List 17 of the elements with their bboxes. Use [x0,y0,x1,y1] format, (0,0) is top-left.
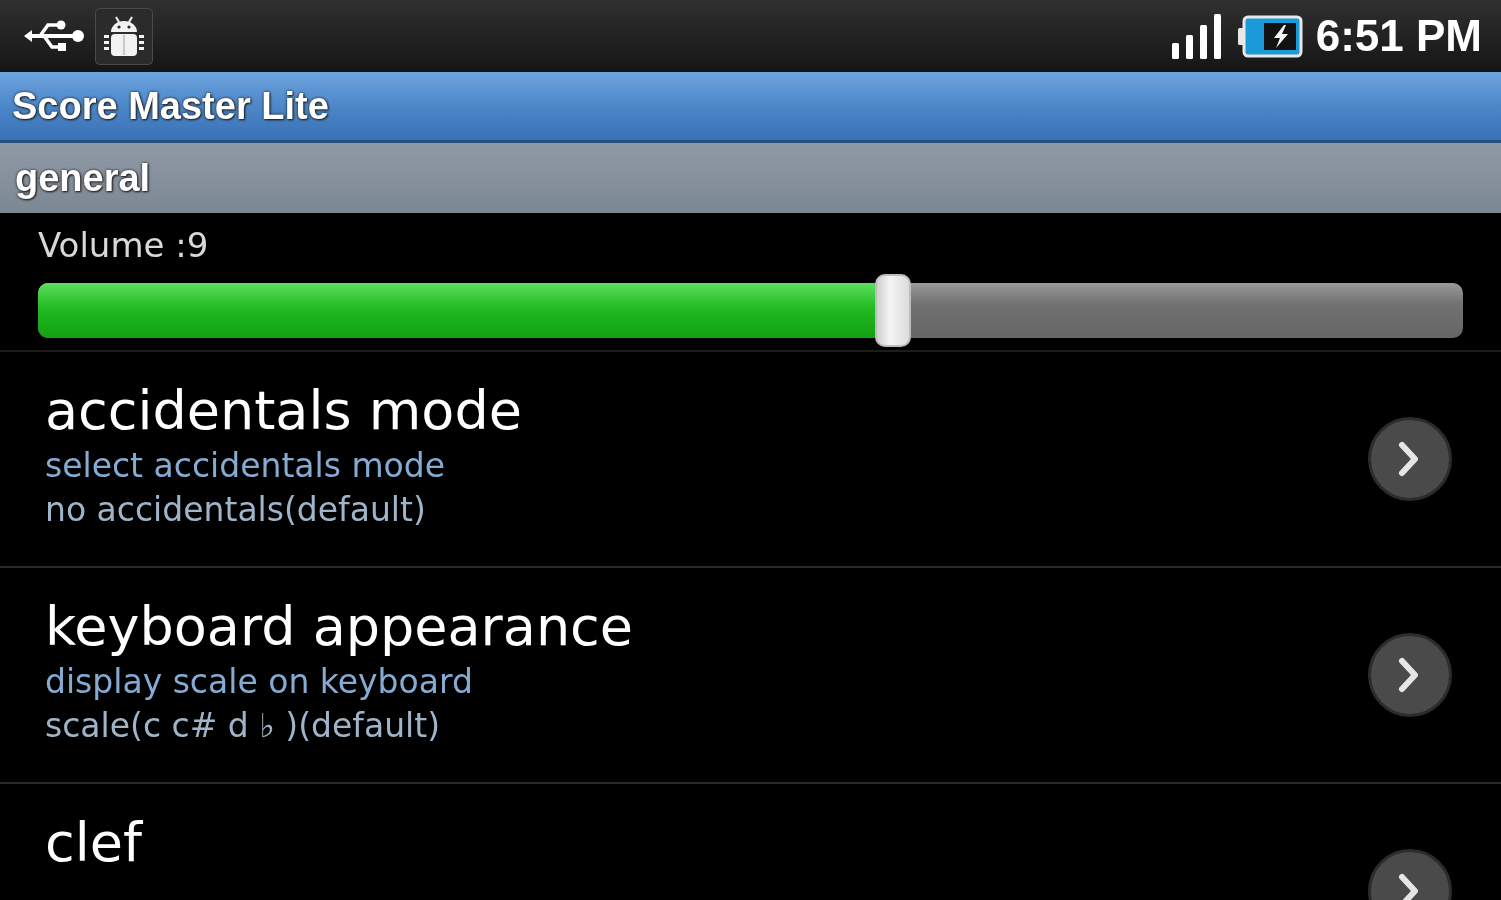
slider-thumb[interactable] [875,274,911,347]
status-time: 6:51 PM [1315,11,1482,61]
usb-icon [22,19,85,53]
preference-title: accidentals mode [45,378,522,444]
robot-icon [95,7,153,65]
volume-label: Volume :9 [38,224,209,267]
section-title: general [15,156,151,200]
chevron-icon[interactable] [1368,633,1452,717]
preference-summary: select accidentals mode [45,445,445,487]
app-title: Score Master Lite [12,84,329,128]
preference-value: scale(c c# d ♭ )(default) [45,705,441,747]
battery-charging-icon [1237,14,1303,58]
preference-title: keyboard appearance [45,594,633,660]
preference-summary: display scale on keyboard [45,661,473,703]
chevron-icon[interactable] [1368,417,1452,501]
preference-title: clef [45,810,142,876]
preference-value: no accidentals(default) [45,489,426,531]
